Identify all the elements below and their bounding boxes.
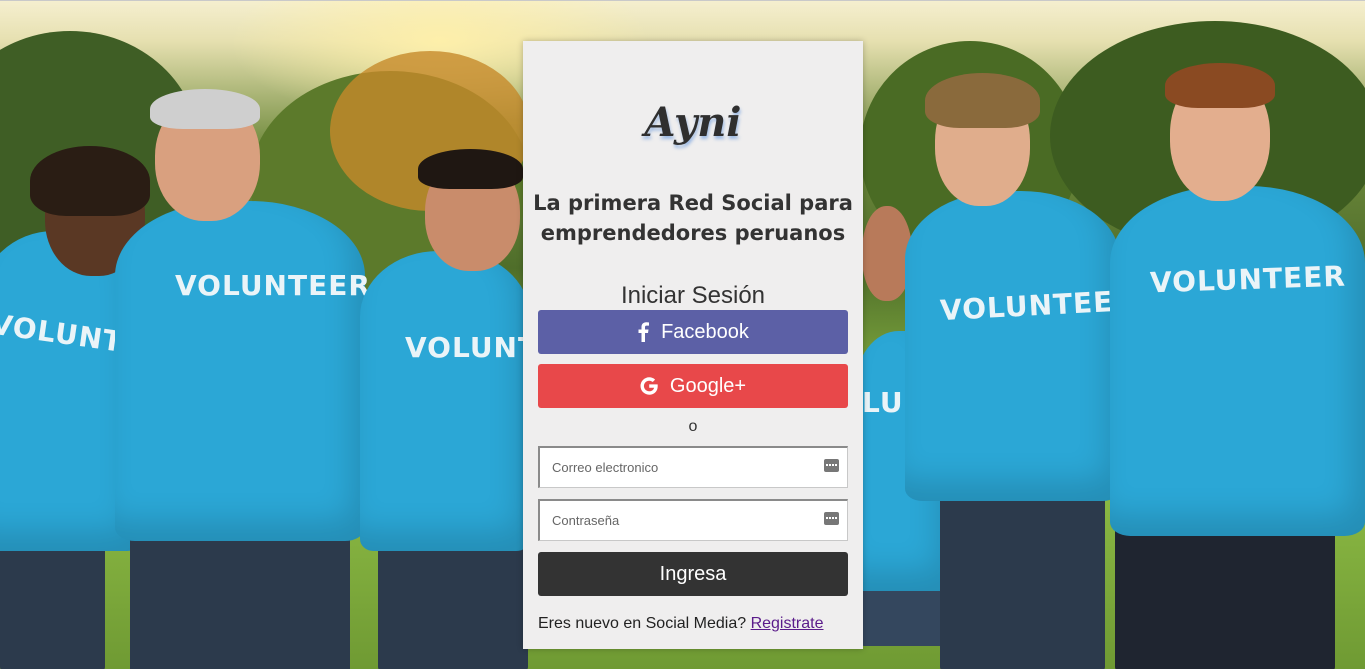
password-field[interactable] bbox=[538, 499, 848, 541]
tagline-line-2: emprendedores peruanos bbox=[540, 221, 846, 245]
shirt-print: VOLUNTEER bbox=[175, 269, 371, 302]
login-submit-button[interactable]: Ingresa bbox=[538, 552, 848, 596]
register-link[interactable]: Registrate bbox=[751, 615, 824, 632]
person-hair bbox=[150, 89, 260, 129]
person-hair bbox=[418, 149, 523, 189]
person-hair bbox=[1165, 63, 1275, 108]
jeans bbox=[940, 486, 1105, 669]
person-hair bbox=[30, 146, 150, 216]
person-hair bbox=[925, 73, 1040, 128]
facebook-icon bbox=[637, 322, 650, 342]
password-input[interactable] bbox=[540, 501, 824, 540]
email-input[interactable] bbox=[540, 448, 824, 487]
volunteer-shirt bbox=[905, 191, 1120, 501]
brand-logo: Ayni bbox=[644, 99, 742, 146]
shirt-print: VOLUNTEER bbox=[1149, 259, 1347, 300]
volunteer-shirt bbox=[1110, 186, 1365, 536]
tagline: La primera Red Social para emprendedores… bbox=[523, 188, 863, 248]
keyboard-icon[interactable] bbox=[824, 511, 839, 530]
volunteer-shirt bbox=[115, 201, 365, 541]
jeans bbox=[378, 531, 528, 669]
login-title: Iniciar Sesión bbox=[620, 282, 766, 309]
google-login-button[interactable]: Google+ bbox=[538, 364, 848, 408]
jeans bbox=[0, 531, 105, 669]
volunteer-shirt bbox=[360, 251, 530, 551]
signup-prompt: Eres nuevo en Social Media? Registrate bbox=[538, 615, 824, 633]
tagline-line-1: La primera Red Social para bbox=[533, 191, 853, 215]
facebook-button-label: Facebook bbox=[661, 320, 749, 343]
facebook-login-button[interactable]: Facebook bbox=[538, 310, 848, 354]
email-field[interactable] bbox=[538, 446, 848, 488]
google-button-label: Google+ bbox=[669, 374, 747, 397]
signup-prompt-text: Eres nuevo en Social Media? bbox=[538, 615, 747, 632]
google-icon bbox=[640, 377, 658, 395]
keyboard-icon[interactable] bbox=[824, 458, 839, 477]
or-separator: o bbox=[688, 418, 698, 435]
